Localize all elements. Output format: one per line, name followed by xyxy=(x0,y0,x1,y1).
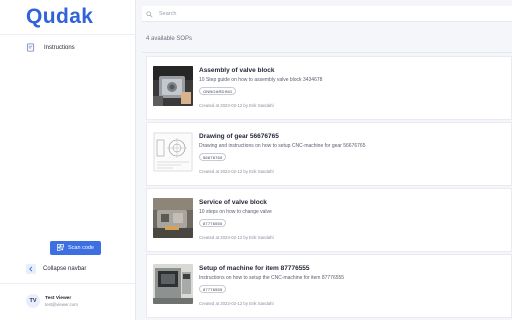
user-email: test@viewer.com xyxy=(45,301,78,307)
cnc-machine-thumbnail xyxy=(153,264,193,304)
sop-title: Service of valve block xyxy=(199,199,267,206)
sop-tag: ONBOARDING xyxy=(199,87,237,95)
sop-description: 10 Step guide on how to assembly valve b… xyxy=(199,77,323,83)
sop-description: 10 steps on how to change valve xyxy=(199,209,272,215)
search-icon xyxy=(146,5,153,23)
scan-code-button[interactable]: Scan code xyxy=(50,241,101,255)
sop-tag: 87776555 xyxy=(199,219,227,227)
scan-code-label: Scan code xyxy=(68,245,94,251)
sop-card[interactable]: Service of valve block 10 steps on how t… xyxy=(146,188,512,252)
sop-title: Setup of machine for item 87776555 xyxy=(199,265,310,272)
sop-title: Drawing of gear 56676765 xyxy=(199,133,279,140)
sop-tag: 87776555 xyxy=(199,285,227,293)
qr-code-icon xyxy=(57,243,64,253)
sidebar: Qudak Instructions Scan code Collapse na… xyxy=(0,0,136,320)
sop-card[interactable]: Setup of machine for item 87776555 Instr… xyxy=(146,254,512,318)
collapse-navbar-button[interactable]: Collapse navbar xyxy=(26,264,86,274)
divider xyxy=(0,283,136,284)
sop-created: Created at 2023-02-12 by Erik Sandahl xyxy=(199,235,274,240)
divider xyxy=(142,52,512,53)
sop-tag: 56676765 xyxy=(199,153,227,161)
sop-description: Drawing and instructions on how to setup… xyxy=(199,143,366,149)
chevron-left-icon xyxy=(26,264,36,274)
valve-service-thumbnail xyxy=(153,198,193,238)
sop-card[interactable]: Drawing of gear 56676765 Drawing and ins… xyxy=(146,122,512,186)
app-logo[interactable]: Qudak xyxy=(26,5,93,29)
search-input[interactable] xyxy=(159,10,459,17)
main-content: 4 available SOPs Assembly of valve block… xyxy=(136,0,512,320)
sop-title: Assembly of valve block xyxy=(199,67,275,74)
gear-drawing-thumbnail xyxy=(153,132,193,172)
search-bar xyxy=(142,6,512,22)
sop-card[interactable]: Assembly of valve block 10 Step guide on… xyxy=(146,56,512,120)
sidebar-item-label: Instructions xyxy=(44,45,75,51)
sidebar-item-instructions[interactable]: Instructions xyxy=(26,41,75,55)
user-name: Test Viewer xyxy=(45,295,72,301)
sop-created: Created at 2023-02-12 by Erik Sandahl xyxy=(199,103,274,108)
collapse-navbar-label: Collapse navbar xyxy=(43,266,87,272)
sop-description: Instructions on how to setup the CNC-mac… xyxy=(199,275,345,281)
sop-created: Created at 2023-02-12 by Erik Sandahl xyxy=(199,169,274,174)
user-profile[interactable]: TV Test Viewer test@viewer.com xyxy=(26,294,78,308)
sop-count: 4 available SOPs xyxy=(146,36,193,42)
divider xyxy=(0,34,136,35)
document-icon xyxy=(26,39,35,57)
sop-created: Created at 2023-02-12 by Erik Sandahl xyxy=(199,301,274,306)
avatar: TV xyxy=(26,294,40,308)
valve-assembly-thumbnail xyxy=(153,66,193,106)
